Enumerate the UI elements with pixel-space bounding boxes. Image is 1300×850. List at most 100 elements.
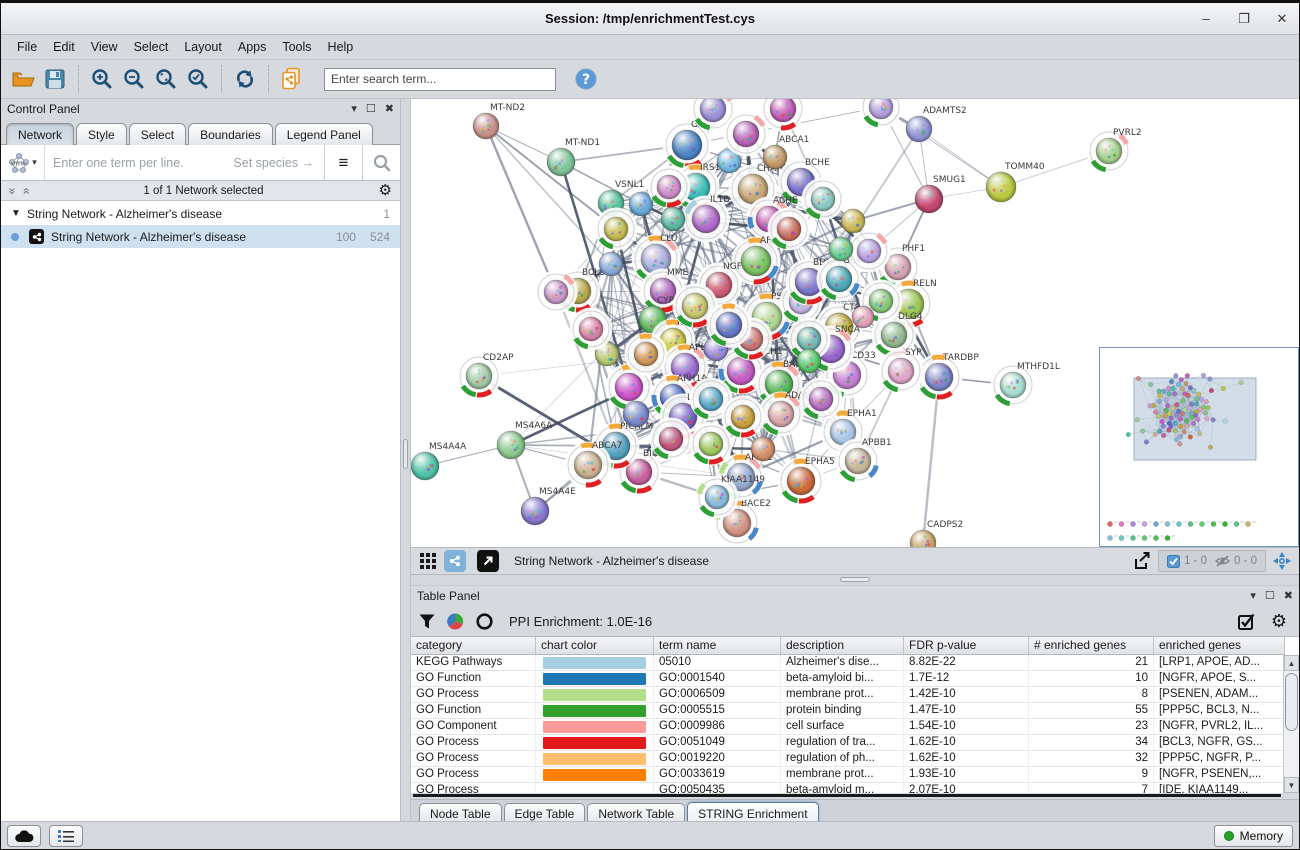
scroll-up-arrow[interactable]: ▲ — [1284, 655, 1299, 671]
column-header[interactable]: term name — [654, 637, 781, 655]
network-node[interactable]: APBB1 — [836, 438, 892, 484]
network-node[interactable]: PVRL2 — [1087, 128, 1142, 174]
network-collection-row[interactable]: ▼ String Network - Alzheimer's disease 1 — [1, 202, 400, 225]
network-node[interactable] — [800, 378, 843, 421]
scroll-down-arrow[interactable]: ▼ — [1284, 777, 1299, 793]
network-node[interactable]: MT-ND2 — [473, 103, 525, 139]
open-session-button[interactable] — [7, 64, 39, 94]
collapse-all-icon[interactable]: » — [6, 187, 18, 194]
network-node[interactable] — [690, 423, 733, 466]
table-row[interactable]: GO ProcessGO:0051049regulation of tra...… — [411, 735, 1283, 751]
minimize-button[interactable]: – — [1199, 12, 1213, 25]
string-search-button[interactable] — [362, 145, 400, 180]
column-header[interactable]: chart color — [536, 637, 654, 655]
export-network-button[interactable] — [1131, 550, 1153, 572]
horizontal-splitter[interactable] — [411, 575, 1299, 585]
network-node[interactable] — [852, 306, 874, 328]
birdseye-panel[interactable] — [1099, 347, 1299, 547]
panel-float-icon[interactable]: ☐ — [366, 104, 376, 115]
network-node[interactable]: ADAMTS2 — [906, 106, 967, 142]
network-node[interactable] — [797, 349, 821, 373]
network-node[interactable] — [623, 401, 649, 427]
birdseye-toggle-button[interactable] — [1271, 550, 1293, 572]
panel-close-icon[interactable]: ✖ — [385, 104, 394, 115]
select-all-checkbox-icon[interactable] — [1238, 613, 1255, 630]
table-row[interactable]: GO ProcessGO:0050435beta-amyloid m...2.0… — [411, 783, 1283, 793]
zoom-fit-button[interactable] — [150, 64, 182, 94]
tab-legend-panel[interactable]: Legend Panel — [275, 123, 373, 145]
menu-edit[interactable]: Edit — [45, 37, 83, 57]
network-row[interactable]: String Network - Alzheimer's disease 100… — [1, 225, 400, 248]
close-button[interactable]: ✕ — [1275, 12, 1289, 25]
tab-style[interactable]: Style — [76, 123, 127, 145]
table-scrollbar[interactable]: ▲ ▼ — [1283, 655, 1299, 793]
string-logo-dropdown[interactable]: STRING ▾ — [1, 145, 45, 180]
gear-icon[interactable]: ⚙ — [379, 183, 392, 198]
menu-apps[interactable]: Apps — [230, 37, 275, 57]
network-node[interactable] — [829, 237, 853, 261]
menu-view[interactable]: View — [83, 37, 126, 57]
network-node[interactable] — [841, 209, 865, 233]
string-query-input[interactable] — [45, 145, 324, 180]
network-node[interactable] — [860, 99, 903, 129]
maximize-button[interactable]: ❐ — [1237, 12, 1251, 25]
network-node[interactable] — [650, 418, 693, 461]
network-node[interactable]: MS4A4A — [411, 442, 467, 480]
task-list-button[interactable] — [49, 825, 83, 847]
column-header[interactable]: category — [411, 637, 536, 655]
scrollbar-thumb[interactable] — [1285, 673, 1298, 731]
zoom-out-button[interactable] — [118, 64, 150, 94]
grid-view-button[interactable] — [417, 550, 439, 572]
network-node[interactable] — [625, 333, 668, 376]
filter-icon[interactable] — [419, 614, 435, 629]
vertical-splitter[interactable] — [401, 99, 411, 821]
zoom-selected-button[interactable] — [182, 64, 214, 94]
cloud-button[interactable] — [7, 825, 41, 847]
network-nodes[interactable]: MT-ND2MT-ND1VSNL1GAB2ADAMTS2PVRL2TOMM40S… — [411, 99, 1142, 547]
table-row[interactable]: GO FunctionGO:0005515protein binding1.47… — [411, 703, 1283, 719]
menu-layout[interactable]: Layout — [176, 37, 230, 57]
tree-expand-icon[interactable]: ▼ — [11, 208, 27, 219]
network-node[interactable] — [648, 166, 691, 209]
open-in-browser-button[interactable] — [477, 550, 499, 572]
expand-all-icon[interactable]: » — [19, 187, 31, 194]
donut-chart-icon[interactable] — [476, 613, 493, 630]
refresh-button[interactable] — [229, 64, 261, 94]
table-row[interactable]: GO ProcessGO:0019220regulation of ph...1… — [411, 751, 1283, 767]
network-node[interactable]: CADPS2 — [910, 520, 963, 547]
network-node[interactable] — [751, 437, 775, 461]
help-button[interactable]: ? — [570, 64, 602, 94]
network-node[interactable] — [768, 208, 811, 251]
panel-close-icon[interactable]: ✖ — [1284, 591, 1293, 602]
tab-network[interactable]: Network — [6, 123, 74, 145]
checkbox-icon[interactable] — [1167, 555, 1180, 568]
network-node[interactable] — [599, 252, 623, 276]
menu-select[interactable]: Select — [126, 37, 177, 57]
network-node[interactable] — [724, 112, 769, 157]
string-view-button[interactable] — [444, 550, 466, 572]
clone-network-button[interactable] — [276, 64, 308, 94]
tab-select[interactable]: Select — [129, 123, 186, 145]
eye-off-icon[interactable] — [1215, 555, 1230, 567]
splitter-handle[interactable] — [840, 577, 870, 582]
menu-file[interactable]: File — [9, 37, 45, 57]
network-node[interactable] — [661, 207, 685, 231]
column-header[interactable]: description — [781, 637, 904, 655]
column-header[interactable]: FDR p-value — [904, 637, 1029, 655]
search-input[interactable] — [324, 68, 556, 91]
pie-chart-icon[interactable] — [447, 613, 464, 630]
menu-tools[interactable]: Tools — [274, 37, 319, 57]
table-row[interactable]: GO FunctionGO:0001540beta-amyloid bi...1… — [411, 671, 1283, 687]
network-node[interactable]: EPHA5 — [778, 457, 835, 505]
network-node[interactable] — [535, 271, 578, 314]
table-row[interactable]: GO ProcessGO:0033619membrane prot...1.93… — [411, 767, 1283, 783]
network-node[interactable] — [707, 303, 752, 348]
network-canvas[interactable]: MT-ND2MT-ND1VSNL1GAB2ADAMTS2PVRL2TOMM40S… — [411, 99, 1299, 547]
network-node[interactable] — [570, 308, 613, 351]
table-row[interactable]: GO ProcessGO:0006509membrane prot...1.42… — [411, 687, 1283, 703]
network-node[interactable] — [595, 208, 638, 251]
panel-collapse-icon[interactable]: ▾ — [351, 104, 357, 115]
network-node[interactable]: TOMM40 — [986, 162, 1045, 202]
network-node[interactable] — [802, 178, 845, 221]
zoom-in-button[interactable] — [86, 64, 118, 94]
